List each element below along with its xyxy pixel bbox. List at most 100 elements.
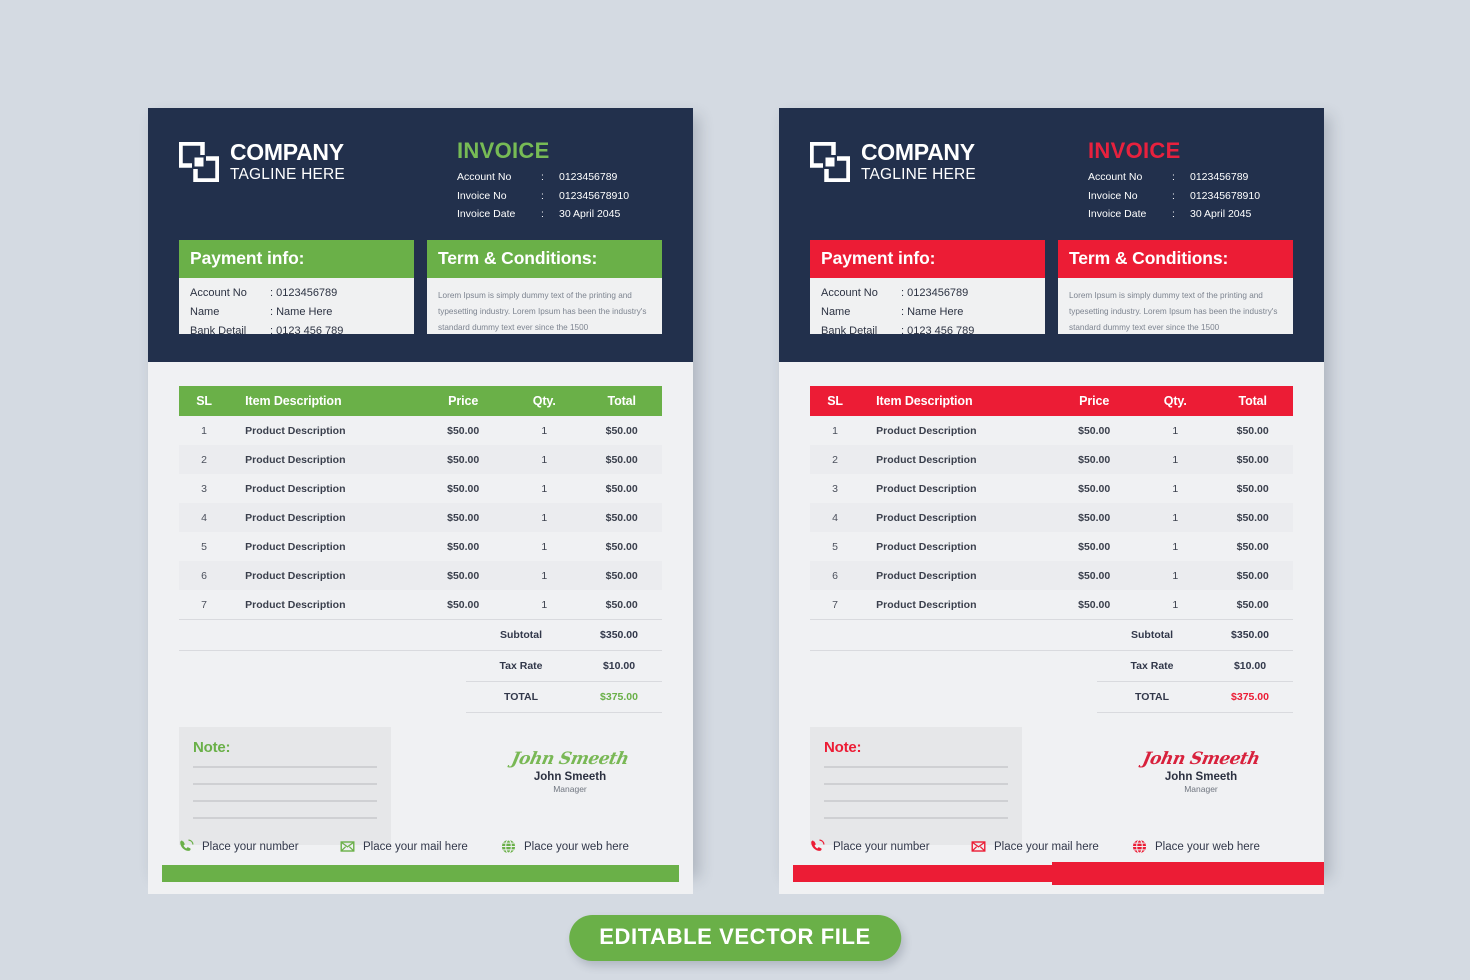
cell-sl: 5 <box>832 540 838 553</box>
note-signature-area: Note: John Smeeth John Smeeth Manager <box>810 727 1293 845</box>
payment-info-value: : 0123456789 <box>901 287 969 299</box>
payment-info-value: : 0123 456 789 <box>901 325 975 337</box>
contact-item-globe[interactable]: Place your web here <box>501 839 662 854</box>
signature-name: John Smeeth <box>1164 771 1238 783</box>
cell-qty: 1 <box>541 424 548 437</box>
table-row: 3 Product Description $50.00 1 $50.00 <box>179 474 662 503</box>
note-box[interactable]: Note: <box>179 727 391 845</box>
cell-sl: 2 <box>810 445 861 474</box>
cell-qty: 1 <box>507 503 582 532</box>
totals-value: $350.00 <box>600 629 638 641</box>
payment-info-value: : 0123 456 789 <box>270 325 344 337</box>
column-header-sl: SL <box>810 386 861 416</box>
cell-price: $50.00 <box>1078 598 1111 611</box>
note-writing-line <box>824 817 1008 819</box>
cell-qty: 1 <box>1138 503 1213 532</box>
cell-total: $50.00 <box>605 482 638 495</box>
contact-item-phone[interactable]: Place your number <box>179 839 340 854</box>
note-writing-line <box>193 817 377 819</box>
payment-info-label: Account No <box>190 287 247 299</box>
contact-item-phone[interactable]: Place your number <box>810 839 971 854</box>
cell-sl: 6 <box>179 561 230 590</box>
invoice-meta-colon: : <box>1172 171 1175 183</box>
cell-price: $50.00 <box>447 540 480 553</box>
column-header-total: Total <box>581 386 662 416</box>
note-signature-area: Note: John Smeeth John Smeeth Manager <box>179 727 662 845</box>
terms-conditions-title: Term & Conditions: <box>1058 240 1293 278</box>
invoice-meta-row: Invoice No: 012345678910 <box>1088 190 1293 202</box>
footer-accent-bar <box>793 862 1324 885</box>
cell-sl: 1 <box>832 424 838 437</box>
cell-desc: Product Description <box>876 424 977 437</box>
contact-item-label: Place your mail here <box>363 840 468 853</box>
invoice-meta-value: 0123456789 <box>1190 171 1249 183</box>
invoice-meta-value: 30 April 2045 <box>1190 208 1252 220</box>
terms-conditions-title: Term & Conditions: <box>427 240 662 278</box>
terms-conditions-card: Term & Conditions: Lorem Ipsum is simply … <box>1058 240 1293 334</box>
cell-price: $50.00 <box>419 503 508 532</box>
payment-info-value: : Name Here <box>901 306 964 318</box>
totals-divider <box>1097 712 1293 713</box>
table-row: 4 Product Description $50.00 1 $50.00 <box>179 503 662 532</box>
cell-price: $50.00 <box>1078 540 1111 553</box>
cell-desc: Product Description <box>876 598 977 611</box>
contact-item-envelope[interactable]: Place your mail here <box>340 839 501 854</box>
cell-total: $50.00 <box>1212 445 1293 474</box>
cell-desc: Product Description <box>229 445 420 474</box>
signature-block: John Smeeth John Smeeth Manager <box>490 749 650 795</box>
column-header-qty: Qty. <box>1138 386 1213 416</box>
invoice-sheet-red: COMPANY TAGLINE HERE INVOICE Account No: 012… <box>779 108 1324 894</box>
cell-desc: Product Description <box>245 598 346 611</box>
company-tagline: TAGLINE HERE <box>861 166 976 183</box>
cell-qty: 1 <box>541 482 548 495</box>
brand-text: COMPANY TAGLINE HERE <box>861 141 976 183</box>
invoice-meta-row: Invoice No: 012345678910 <box>457 189 662 202</box>
note-box[interactable]: Note: <box>810 727 1022 845</box>
totals-value: $350.00 <box>1231 629 1269 641</box>
brand-block: COMPANY TAGLINE HERE <box>179 141 345 183</box>
contact-item-label: Place your number <box>833 840 930 853</box>
totals-value: $375.00 <box>600 691 638 703</box>
invoice-meta-row: Invoice Date: 30 April 2045 <box>457 209 662 220</box>
table-row: 5 Product Description $50.00 1 $50.00 <box>810 532 1293 561</box>
cell-price: $50.00 <box>447 598 480 611</box>
cell-qty: 1 <box>541 598 548 611</box>
cell-qty: 1 <box>1138 561 1213 590</box>
phone-icon <box>180 839 194 851</box>
contact-item-envelope[interactable]: Place your mail here <box>971 839 1132 854</box>
overlapping-squares-logo-icon <box>810 141 850 182</box>
cell-qty: 1 <box>1172 424 1179 437</box>
cell-desc: Product Description <box>860 445 1051 474</box>
cell-price: $50.00 <box>419 561 508 590</box>
contact-strip: Place your number Place your mail here P… <box>179 839 662 854</box>
cell-sl: 4 <box>810 503 861 532</box>
cell-qty: 1 <box>1172 540 1179 553</box>
totals-label: Tax Rate <box>499 660 543 672</box>
cell-sl: 6 <box>810 561 861 590</box>
cell-sl: 7 <box>832 598 838 611</box>
totals-label: Subtotal <box>1131 629 1173 641</box>
payment-info-label: Name <box>821 306 851 318</box>
cell-price: $50.00 <box>1078 482 1111 495</box>
invoice-meta-colon: : <box>541 208 544 220</box>
note-writing-line <box>824 800 1008 802</box>
cell-desc: Product Description <box>229 503 420 532</box>
cell-total: $50.00 <box>1236 540 1269 553</box>
table-row: 1 Product Description $50.00 1 $50.00 <box>179 416 662 445</box>
cell-price: $50.00 <box>447 482 480 495</box>
invoice-meta-row: Account No: 0123456789 <box>457 172 662 183</box>
note-writing-line <box>824 766 1008 768</box>
invoice-meta-value: 0123456789 <box>559 171 618 183</box>
payment-info-label: Name <box>190 306 220 318</box>
line-items-table: SL Item Description Price Qty. Total 1 Product… <box>179 386 662 619</box>
column-header-sl: SL <box>179 386 230 416</box>
cell-qty: 1 <box>541 540 548 553</box>
note-writing-line <box>193 783 377 785</box>
cell-total: $50.00 <box>605 540 638 553</box>
payment-info-label: Account No <box>821 287 878 299</box>
signature-role: Manager <box>553 784 587 795</box>
contact-item-globe[interactable]: Place your web here <box>1132 839 1293 854</box>
note-title: Note: <box>824 739 862 756</box>
cell-total: $50.00 <box>1236 424 1269 437</box>
invoice-meta-label: Invoice No <box>457 189 507 202</box>
